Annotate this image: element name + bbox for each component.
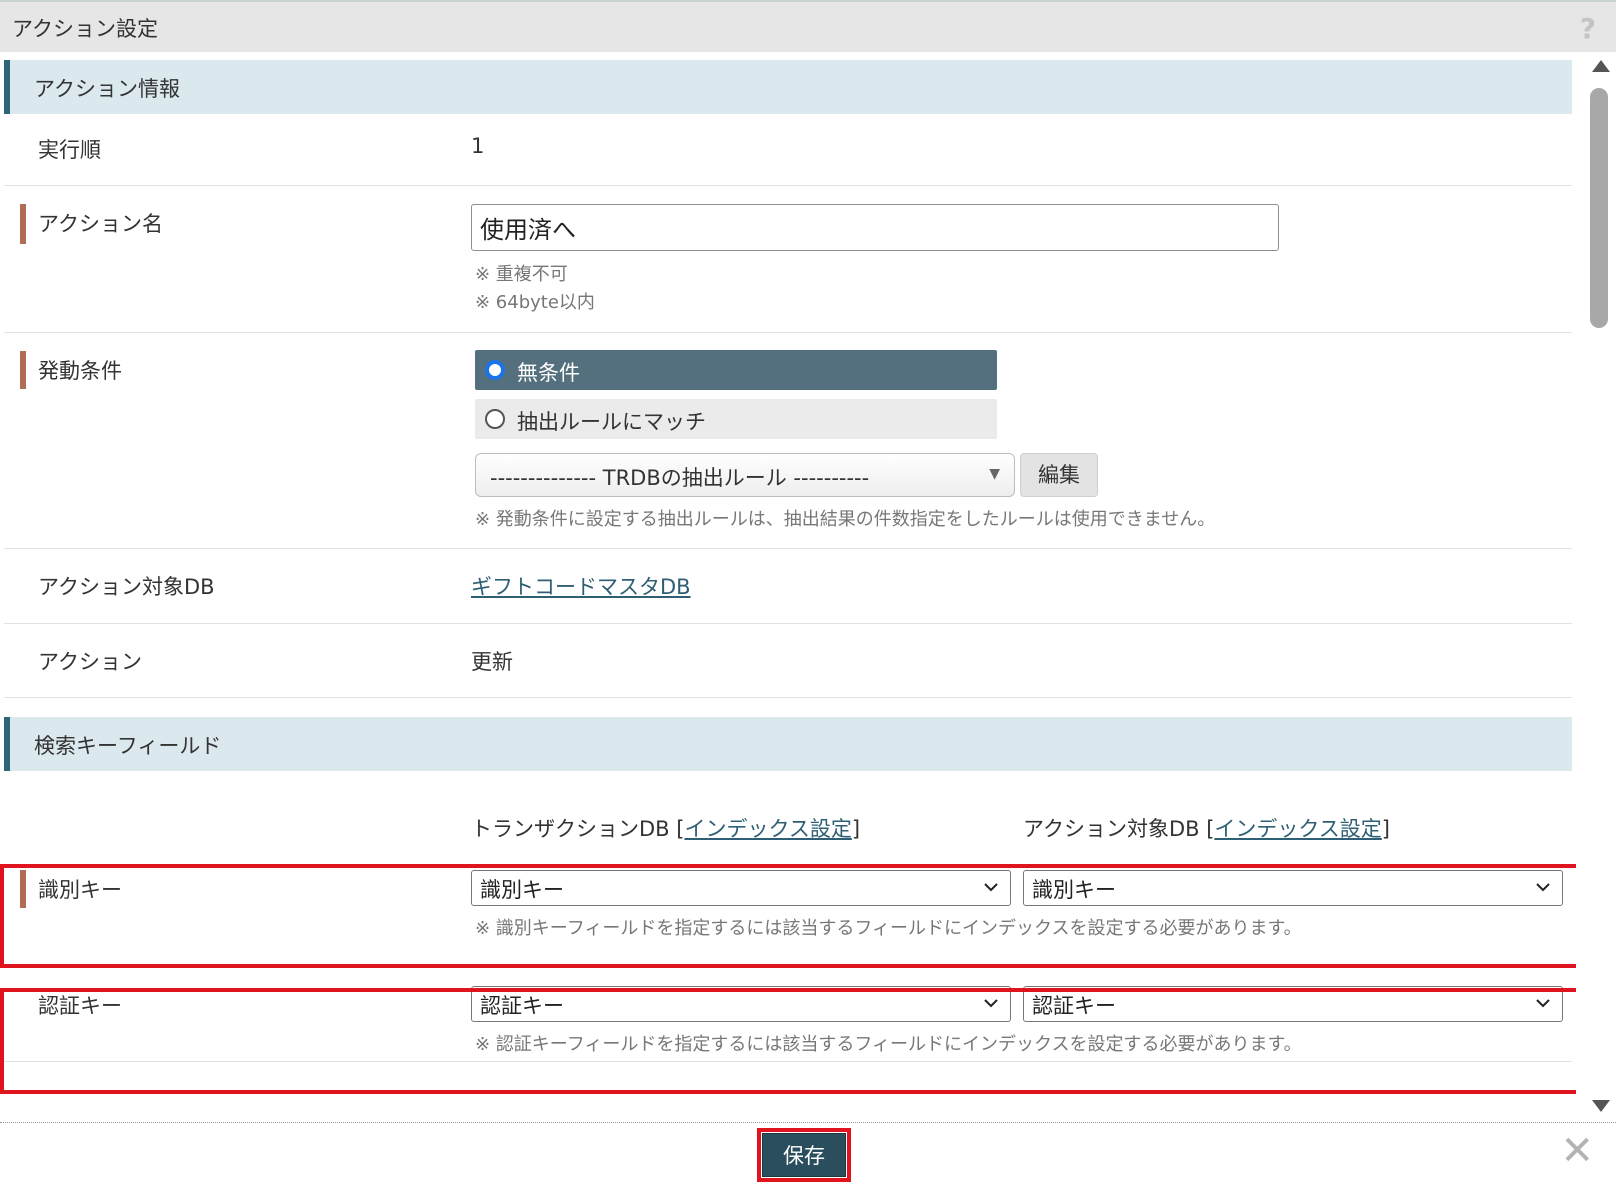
column-bracket: ] [1381,817,1390,841]
trigger-row: 発動条件 無条件 抽出ルールにマッチ -------------- TRDBの抽… [4,333,1572,549]
target-db-row: アクション対象DB ギフトコードマスタDB [4,549,1572,624]
radio-unconditional[interactable]: 無条件 [475,350,997,390]
column-label: アクション対象DB [ [1023,817,1215,841]
radio-label: 無条件 [517,361,580,385]
column-bracket: ] [851,817,861,841]
target-db-label: アクション対象DB [38,575,215,599]
action-name-input[interactable] [471,204,1279,251]
dialog-titlebar: アクション設定 ? [0,0,1616,52]
required-marker [20,204,26,244]
transaction-index-settings-link[interactable]: インデックス設定 [684,817,851,841]
target-index-settings-link[interactable]: インデックス設定 [1214,817,1381,841]
column-label: トランザクションDB [ [471,817,685,841]
scroll-down-arrow-icon[interactable] [1592,1100,1610,1112]
vertical-scrollbar[interactable] [1582,52,1616,1112]
exec-order-label: 実行順 [38,138,101,162]
action-label: アクション [38,650,142,674]
section-title: アクション情報 [34,77,180,101]
action-value: 更新 [471,650,513,674]
exec-order-row: 実行順 1 [4,114,1572,186]
section-title: 検索キーフィールド [34,734,222,758]
edit-rule-button[interactable]: 編集 [1020,453,1098,497]
scroll-up-arrow-icon[interactable] [1592,60,1610,72]
target-db-link[interactable]: ギフトコードマスタDB [471,571,691,601]
save-button[interactable]: 保存 [757,1128,851,1182]
id-key-highlight-box [0,864,1576,968]
target-db-column-header: アクション対象DB [インデックス設定] [1023,813,1390,843]
radio-selected-icon [485,360,505,380]
triangle-down-icon: ▼ [989,466,1000,482]
radio-label: 抽出ルールにマッチ [517,410,706,434]
dialog-content: アクション情報 実行順 1 アクション名 ※ 重複不可 ※ 64byte以内 発… [0,52,1576,1110]
scroll-thumb[interactable] [1590,88,1608,328]
action-name-label: アクション名 [38,212,163,236]
dialog-title: アクション設定 [12,17,158,41]
transaction-db-column-header: トランザクションDB [インデックス設定] [471,813,860,843]
rule-select-value: -------------- TRDBの抽出ルール ---------- [490,466,870,490]
action-name-note-unique: ※ 重複不可 [475,264,568,285]
close-icon[interactable]: ✕ [1560,1131,1594,1171]
help-icon[interactable]: ? [1580,12,1596,45]
extraction-rule-select[interactable]: -------------- TRDBの抽出ルール ---------- ▼ [475,453,1015,497]
action-name-row: アクション名 ※ 重複不可 ※ 64byte以内 [4,186,1572,333]
action-row: アクション 更新 [4,624,1572,698]
radio-unselected-icon [485,409,505,429]
section-header-search-key: 検索キーフィールド [4,717,1572,771]
auth-key-highlight-box [0,988,1576,1094]
action-name-note-length: ※ 64byte以内 [475,292,595,313]
trigger-label: 発動条件 [38,359,122,383]
dialog-footer: 保存 ✕ [0,1122,1616,1184]
radio-match-rule[interactable]: 抽出ルールにマッチ [475,399,997,439]
section-header-action-info: アクション情報 [4,60,1572,114]
trigger-note: ※ 発動条件に設定する抽出ルールは、抽出結果の件数指定をしたルールは使用できませ… [475,509,1216,530]
exec-order-value: 1 [471,134,485,158]
required-marker [20,351,26,389]
